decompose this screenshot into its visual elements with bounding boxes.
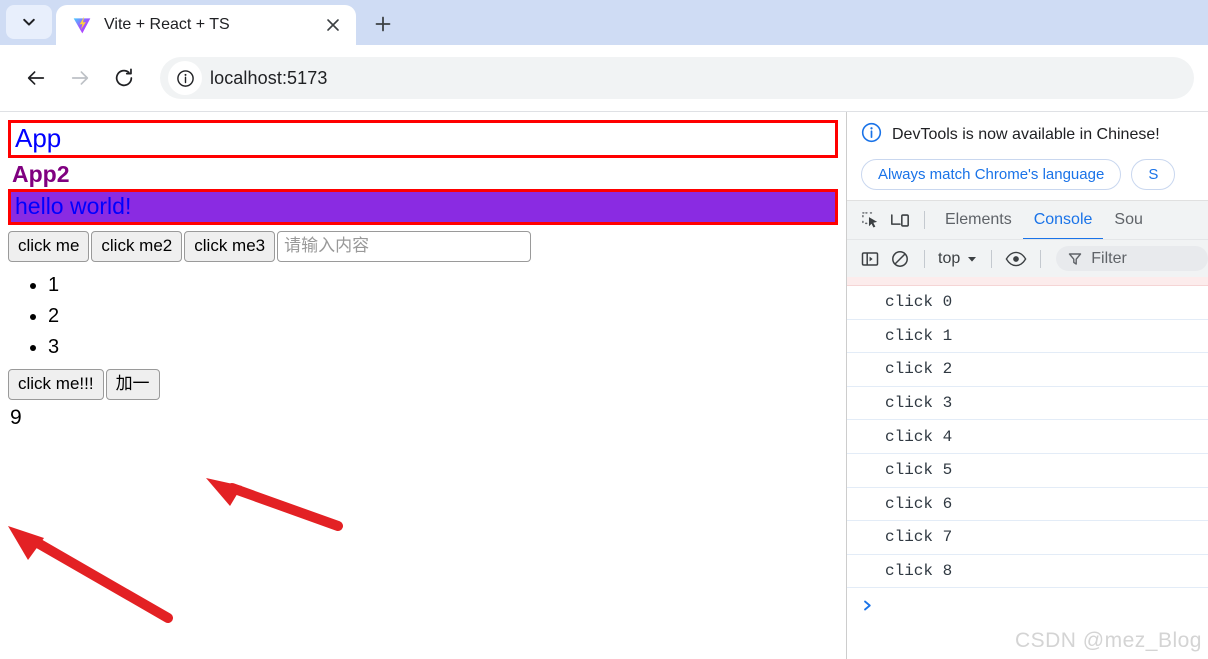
app2-heading: App2 — [12, 160, 70, 187]
console-log-row: click 5 — [847, 454, 1208, 488]
controls-row: click me click me2 click me3 — [8, 230, 838, 262]
click-me-button[interactable]: click me — [8, 230, 90, 262]
tab-elements[interactable]: Elements — [934, 201, 1023, 240]
close-icon[interactable] — [320, 12, 346, 38]
execution-context-label: top — [938, 249, 961, 267]
plus-icon[interactable] — [366, 7, 400, 41]
chevron-down-icon[interactable] — [6, 5, 52, 39]
browser-toolbar: localhost:5173 — [0, 45, 1208, 112]
page-viewport: App App2 hello world! click me click me2… — [0, 112, 846, 659]
click-me2-button[interactable]: click me2 — [91, 230, 183, 262]
hello-world-text: hello world! — [15, 193, 132, 220]
live-expression-eye-icon[interactable] — [1001, 245, 1031, 273]
content-split: App App2 hello world! click me click me2… — [0, 112, 1208, 659]
execution-context-selector[interactable]: top — [934, 250, 982, 268]
console-log-row: click 4 — [847, 420, 1208, 454]
reload-icon[interactable] — [102, 56, 146, 100]
tab-title: Vite + React + TS — [104, 16, 230, 33]
page-title: App — [15, 123, 62, 153]
console-toolbar: top Filter — [847, 239, 1208, 277]
vite-logo-icon — [72, 15, 92, 35]
filter-funnel-icon — [1069, 252, 1082, 265]
console-log-row: click 8 — [847, 555, 1208, 589]
console-log-row: click 1 — [847, 320, 1208, 354]
browser-tab[interactable]: Vite + React + TS — [56, 5, 356, 45]
devtools-tab-bar: Elements Console Sou — [847, 200, 1208, 239]
forward-arrow-icon[interactable] — [58, 56, 102, 100]
tab-strip: Vite + React + TS — [0, 0, 1208, 45]
info-circle-icon — [861, 122, 882, 148]
list-item: 2 — [48, 301, 838, 332]
banner-secondary-button[interactable]: S — [1131, 159, 1176, 190]
inspect-element-icon[interactable] — [855, 206, 885, 234]
console-log-row: click 0 — [847, 286, 1208, 320]
text-input[interactable] — [277, 230, 532, 262]
console-log-row: click 2 — [847, 353, 1208, 387]
filter-placeholder: Filter — [1091, 249, 1127, 267]
hello-world-box: hello world! — [8, 189, 838, 225]
click-me3-button[interactable]: click me3 — [184, 230, 276, 262]
list-item: 3 — [48, 332, 838, 363]
console-log-row: click 3 — [847, 387, 1208, 421]
tab-console[interactable]: Console — [1023, 201, 1104, 240]
always-match-language-button[interactable]: Always match Chrome's language — [861, 159, 1122, 190]
counter-value: 9 — [10, 406, 22, 430]
counter-row: click me!!! 加一 — [8, 369, 838, 401]
info-circle-icon[interactable] — [168, 61, 202, 95]
address-bar[interactable]: localhost:5173 — [160, 57, 1194, 99]
address-bar-url: localhost:5173 — [210, 67, 328, 88]
devtools-language-banner: DevTools is now available in Chinese! Al… — [847, 112, 1208, 200]
app-heading-box: App — [8, 120, 838, 158]
browser-window: Vite + React + TS localhost:5173 App App… — [0, 0, 1208, 659]
console-sidebar-icon[interactable] — [855, 245, 885, 273]
clear-console-icon[interactable] — [885, 245, 915, 273]
arrow-to-counter-buttons — [206, 478, 343, 531]
increment-button[interactable]: 加一 — [105, 369, 160, 401]
caret-down-icon — [968, 256, 977, 262]
console-toolbar-divider — [924, 249, 925, 268]
console-log-row: click 6 — [847, 488, 1208, 522]
click-me-exclaim-button[interactable]: click me!!! — [8, 369, 104, 401]
watermark: CSDN @mez_Blog — [1014, 629, 1202, 652]
devtools-panel: DevTools is now available in Chinese! Al… — [846, 112, 1208, 659]
device-toolbar-icon[interactable] — [885, 206, 915, 234]
console-toolbar-divider-3 — [1040, 249, 1042, 268]
toolbar-divider — [924, 211, 925, 229]
banner-message: DevTools is now available in Chinese! — [892, 126, 1160, 143]
back-arrow-icon[interactable] — [14, 56, 58, 100]
prompt-chevron-icon — [864, 600, 871, 611]
tab-sources[interactable]: Sou — [1103, 201, 1153, 240]
arrow-to-counter-value — [8, 526, 173, 623]
console-prompt[interactable] — [847, 588, 1208, 622]
list-item: 1 — [48, 270, 838, 301]
number-list: 1 2 3 — [8, 270, 838, 364]
console-error-row-partial — [847, 277, 1208, 286]
console-log-row: click 7 — [847, 521, 1208, 555]
console-output[interactable]: click 0 click 1 click 2 click 3 click 4 … — [847, 277, 1208, 659]
console-toolbar-divider-2 — [991, 249, 993, 268]
filter-input[interactable]: Filter — [1056, 246, 1208, 271]
